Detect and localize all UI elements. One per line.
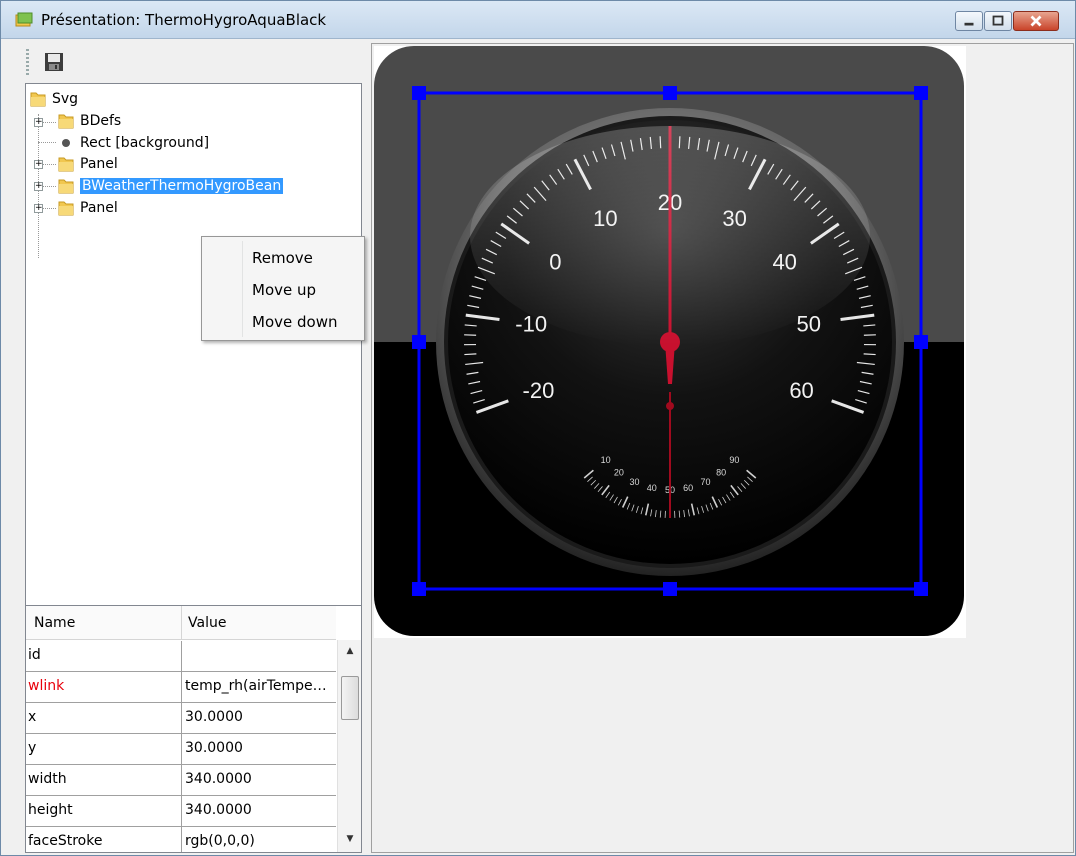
property-value[interactable]: 340.0000	[185, 802, 335, 818]
property-name: x	[28, 709, 37, 725]
humidity-label: 60	[683, 483, 693, 493]
expand-toggle[interactable]: +	[34, 182, 43, 191]
resize-handle[interactable]	[914, 582, 928, 596]
minimize-icon	[964, 22, 974, 26]
close-button[interactable]	[1013, 11, 1059, 31]
svg-canvas[interactable]: -20-100102030405060 908070605040302010	[374, 46, 966, 638]
humidity-label: 80	[716, 468, 726, 478]
save-icon[interactable]	[43, 51, 65, 73]
context-menu: Remove Move up Move down	[201, 236, 365, 341]
property-row-id[interactable]: id	[26, 641, 336, 672]
property-name: wlink	[28, 678, 65, 694]
scroll-down-icon[interactable]: ▼	[340, 830, 360, 848]
toolbar-grip[interactable]	[26, 49, 29, 77]
property-name: id	[28, 647, 41, 663]
property-value[interactable]: 30.0000	[185, 709, 335, 725]
temperature-tick	[464, 353, 477, 356]
folder-icon	[58, 114, 74, 129]
folder-icon	[30, 92, 46, 107]
tree-item-panel[interactable]: Panel	[58, 199, 118, 217]
title-bar[interactable]: Présentation: ThermoHygroAquaBlack	[1, 1, 1075, 39]
window-title: Présentation: ThermoHygroAquaBlack	[41, 11, 327, 29]
property-value[interactable]: temp_rh(airTempe…	[185, 678, 335, 694]
menu-item-move-down[interactable]: Move down	[252, 313, 337, 331]
humidity-label: 40	[647, 483, 657, 493]
tree-item-label: Svg	[52, 91, 79, 107]
tree-item-label: Panel	[80, 200, 118, 216]
resize-handle[interactable]	[663, 86, 677, 100]
svg-canvas-pane[interactable]: -20-100102030405060 908070605040302010	[371, 43, 1074, 853]
tree-item-panel[interactable]: Panel	[58, 155, 118, 173]
app-icon	[15, 12, 33, 27]
tree-item-rect-background[interactable]: Rect [background]	[58, 134, 209, 152]
maximize-button[interactable]	[984, 11, 1012, 31]
bullet-icon	[62, 139, 70, 147]
folder-icon	[58, 201, 74, 216]
minimize-button[interactable]	[955, 11, 983, 31]
temperature-label: -20	[523, 378, 555, 403]
menu-item-move-up[interactable]: Move up	[252, 281, 316, 299]
temperature-tick	[863, 353, 876, 356]
property-name: faceStroke	[28, 833, 103, 849]
tree-item-label: BDefs	[80, 113, 122, 129]
resize-handle[interactable]	[663, 582, 677, 596]
expand-toggle[interactable]: +	[34, 118, 43, 127]
property-row-x[interactable]: x 30.0000	[26, 703, 336, 734]
property-scrollbar[interactable]: ▲ ▼	[337, 640, 361, 852]
toolbar	[23, 43, 364, 81]
resize-handle[interactable]	[412, 86, 426, 100]
temperature-label: 60	[789, 378, 813, 403]
property-value[interactable]: 30.0000	[185, 740, 335, 756]
humidity-needle-hub	[666, 402, 674, 410]
humidity-label: 70	[700, 477, 710, 487]
scroll-thumb[interactable]	[341, 676, 359, 720]
property-name: width	[28, 771, 67, 787]
humidity-label: 20	[614, 468, 624, 478]
tree-item-bdefs[interactable]: BDefs	[58, 112, 121, 130]
scroll-up-icon[interactable]: ▲	[340, 642, 360, 660]
maximize-icon	[992, 15, 1004, 26]
resize-handle[interactable]	[914, 86, 928, 100]
column-header-name[interactable]: Name	[34, 615, 75, 631]
property-row-y[interactable]: y 30.0000	[26, 734, 336, 765]
presentation-window: Présentation: ThermoHygroAquaBlack Svg +…	[0, 0, 1076, 856]
property-value[interactable]: rgb(0,0,0)	[185, 833, 335, 849]
gauge-gloss	[470, 126, 870, 346]
folder-icon	[58, 157, 74, 172]
resize-handle[interactable]	[412, 335, 426, 349]
grid-header: Name Value	[26, 606, 336, 640]
svg-tree[interactable]: Svg + BDefs Rect [background] + Panel + …	[25, 83, 362, 643]
humidity-label: 10	[601, 455, 611, 465]
column-header-value[interactable]: Value	[188, 615, 226, 631]
property-row-width[interactable]: width 340.0000	[26, 765, 336, 796]
property-name: y	[28, 740, 37, 756]
tree-item-bweatherthermohygrobean[interactable]: BWeatherThermoHygroBean	[58, 177, 284, 195]
folder-icon	[58, 179, 74, 194]
tree-item-label: Rect [background]	[80, 135, 210, 151]
humidity-label: 90	[729, 455, 739, 465]
property-row-height[interactable]: height 340.0000	[26, 796, 336, 827]
humidity-label: 30	[629, 477, 639, 487]
menu-item-remove[interactable]: Remove	[252, 249, 313, 267]
tree-item-label: BWeatherThermoHygroBean	[80, 178, 284, 194]
resize-handle[interactable]	[412, 582, 426, 596]
property-value[interactable]: 340.0000	[185, 771, 335, 787]
tree-item-label: Panel	[80, 156, 118, 172]
property-name: height	[28, 802, 73, 818]
tree-item-svg[interactable]: Svg	[30, 90, 78, 108]
thermo-hygro-gauge[interactable]: -20-100102030405060 908070605040302010	[374, 46, 966, 638]
property-row-facestroke[interactable]: faceStroke rgb(0,0,0)	[26, 827, 336, 852]
resize-handle[interactable]	[914, 335, 928, 349]
property-row-wlink[interactable]: wlink temp_rh(airTempe…	[26, 672, 336, 703]
expand-toggle[interactable]: +	[34, 160, 43, 169]
expand-toggle[interactable]: +	[34, 204, 43, 213]
property-grid[interactable]: Name Value id wlink temp_rh(airTempe… x 30…	[25, 605, 362, 853]
close-icon	[1030, 15, 1042, 27]
left-pane: Svg + BDefs Rect [background] + Panel + …	[23, 43, 365, 853]
